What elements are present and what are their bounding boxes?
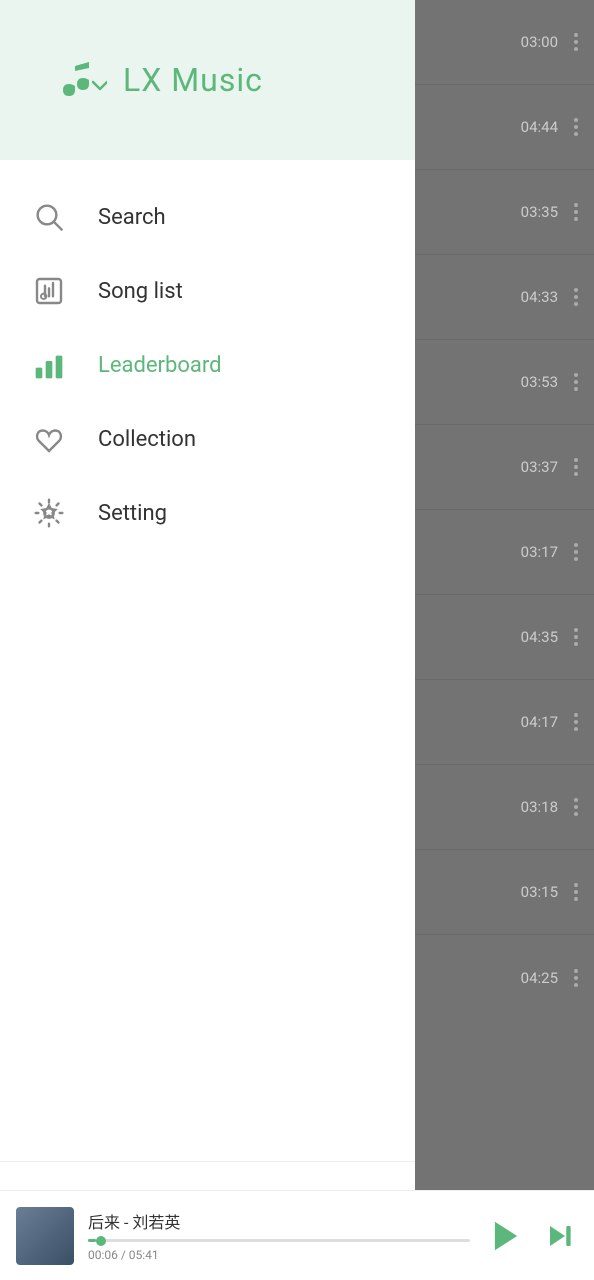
- player-song-title: 后来 - 刘若英: [88, 1209, 470, 1233]
- app-title: LX Music: [123, 61, 263, 99]
- more-options-icon[interactable]: [570, 965, 582, 991]
- song-list-row: 04:33: [415, 255, 594, 340]
- sidebar-item-song-list-label: Song list: [98, 279, 183, 304]
- player-time-display: 00:06 / 05:41: [88, 1248, 470, 1262]
- song-list-row: 03:53: [415, 340, 594, 425]
- leaderboard-icon: [30, 346, 68, 384]
- search-icon: [30, 198, 68, 236]
- player-info: 后来 - 刘若英 00:06 / 05:41: [88, 1209, 470, 1262]
- setting-icon: [30, 494, 68, 532]
- song-duration: 04:33: [521, 288, 558, 306]
- more-options-icon[interactable]: [570, 114, 582, 140]
- song-duration: 03:17: [521, 543, 558, 561]
- progress-dot: [96, 1236, 106, 1246]
- sidebar-item-search[interactable]: Search: [0, 180, 415, 254]
- song-list-row: 04:17: [415, 680, 594, 765]
- more-options-icon[interactable]: [570, 709, 582, 735]
- song-list-row: 04:35: [415, 595, 594, 680]
- more-options-icon[interactable]: [570, 879, 582, 905]
- more-options-icon[interactable]: [570, 29, 582, 55]
- sidebar-item-setting-label: Setting: [98, 501, 167, 526]
- song-list-row: 03:35: [415, 170, 594, 255]
- song-list-row: 03:17: [415, 510, 594, 595]
- song-list-icon: [30, 272, 68, 310]
- sidebar-item-search-label: Search: [98, 205, 166, 230]
- song-list-row: 03:18: [415, 765, 594, 850]
- song-list-panel: 03:00 04:44 03:35 04:33 03:53 03:37 03:17 04:35…: [415, 0, 594, 1280]
- sidebar-header: LX Music: [0, 0, 415, 160]
- song-duration: 03:00: [521, 33, 558, 51]
- app-logo-icon: [55, 54, 107, 106]
- skip-next-button[interactable]: [542, 1218, 578, 1254]
- sidebar-item-leaderboard[interactable]: Leaderboard: [0, 328, 415, 402]
- player-progress-row: [88, 1239, 470, 1242]
- song-duration: 04:35: [521, 628, 558, 646]
- sidebar-item-setting[interactable]: Setting: [0, 476, 415, 550]
- collection-icon: [30, 420, 68, 458]
- sidebar: LX Music Search Song list: [0, 0, 415, 1280]
- player-controls: [484, 1214, 578, 1258]
- more-options-icon[interactable]: [570, 284, 582, 310]
- more-options-icon[interactable]: [570, 539, 582, 565]
- more-options-icon[interactable]: [570, 794, 582, 820]
- sidebar-nav: Search Song list Leaderboa: [0, 160, 415, 1161]
- progress-bar[interactable]: [88, 1239, 470, 1242]
- song-duration: 03:18: [521, 798, 558, 816]
- song-duration: 03:53: [521, 373, 558, 391]
- more-options-icon[interactable]: [570, 624, 582, 650]
- song-duration: 04:44: [521, 118, 558, 136]
- song-duration: 03:35: [521, 203, 558, 221]
- song-list-row: 03:15: [415, 850, 594, 935]
- more-options-icon[interactable]: [570, 199, 582, 225]
- play-button[interactable]: [484, 1214, 528, 1258]
- more-options-icon[interactable]: [570, 454, 582, 480]
- song-duration: 04:25: [521, 969, 558, 987]
- song-duration: 03:37: [521, 458, 558, 476]
- song-list-row: 04:25: [415, 935, 594, 1020]
- song-list-row: 03:37: [415, 425, 594, 510]
- sidebar-item-collection[interactable]: Collection: [0, 402, 415, 476]
- song-list-row: 04:44: [415, 85, 594, 170]
- player-thumbnail[interactable]: [16, 1207, 74, 1265]
- song-list-row: 03:00: [415, 0, 594, 85]
- song-duration: 03:15: [521, 883, 558, 901]
- sidebar-item-song-list[interactable]: Song list: [0, 254, 415, 328]
- sidebar-item-leaderboard-label: Leaderboard: [98, 353, 222, 378]
- song-duration: 04:17: [521, 713, 558, 731]
- more-options-icon[interactable]: [570, 369, 582, 395]
- player-bar: 后来 - 刘若英 00:06 / 05:41: [0, 1190, 594, 1280]
- progress-fill: [88, 1239, 96, 1242]
- sidebar-item-collection-label: Collection: [98, 427, 196, 452]
